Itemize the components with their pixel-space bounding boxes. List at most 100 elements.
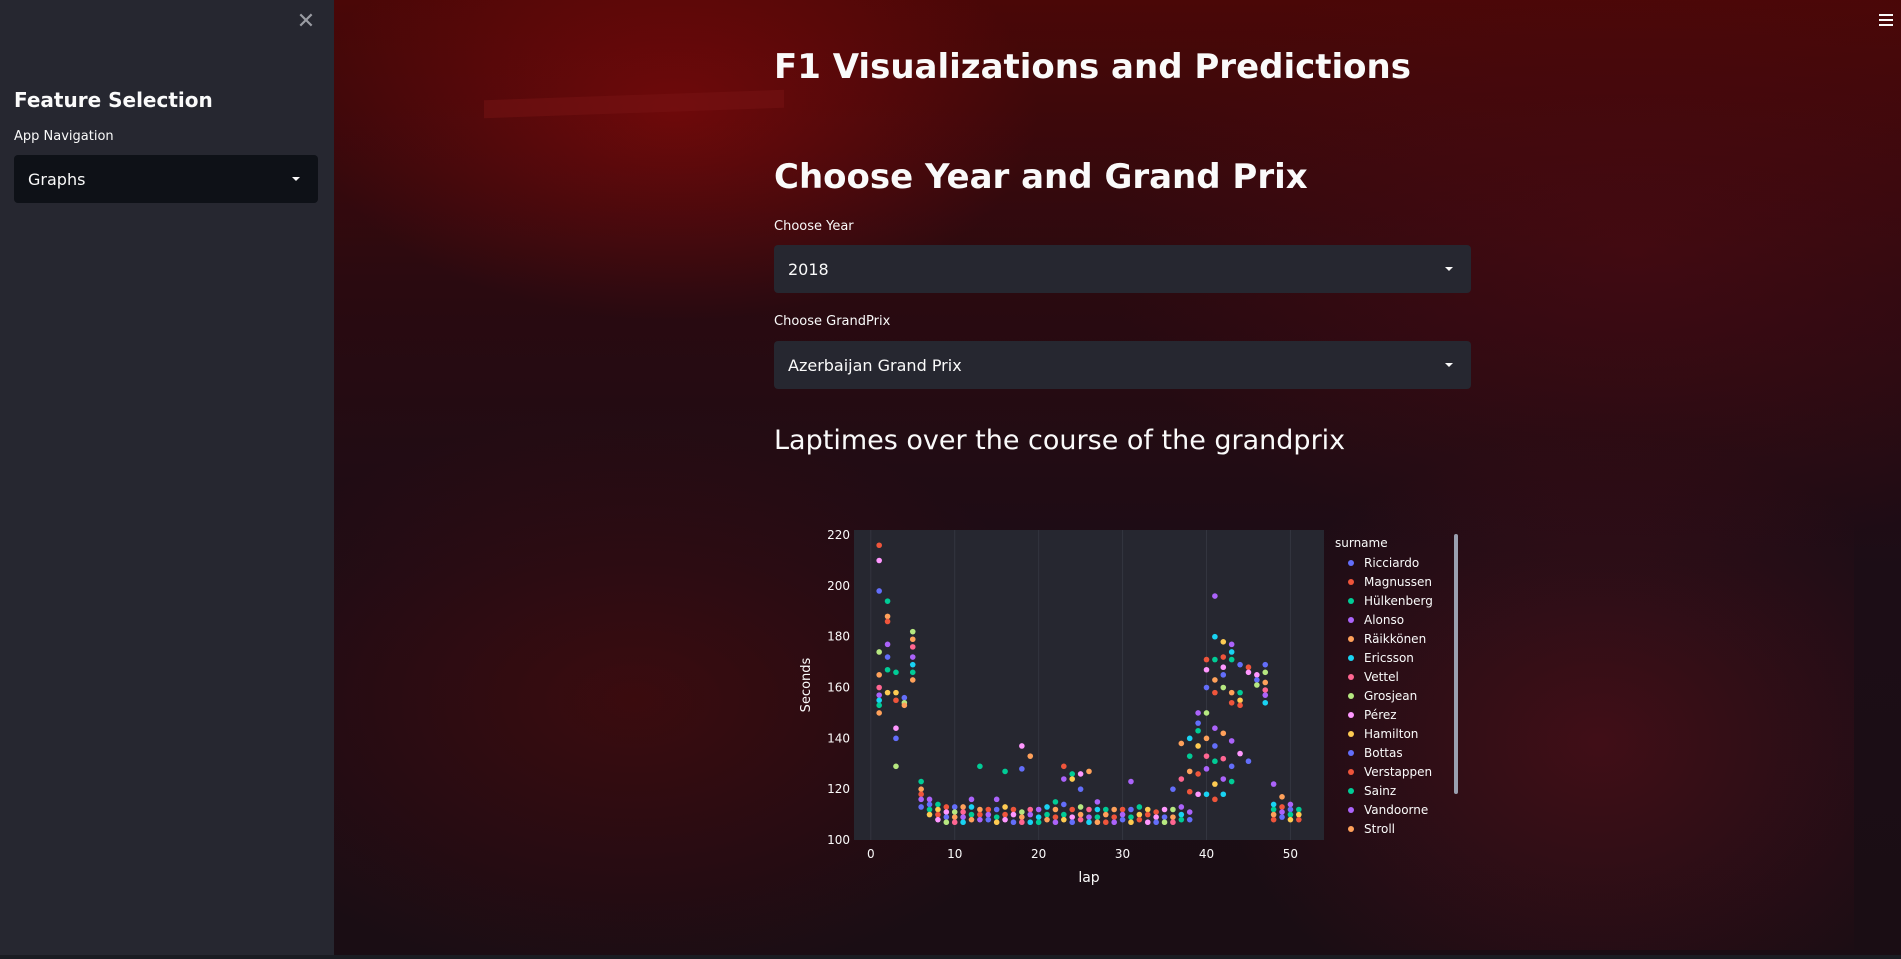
data-point	[1161, 806, 1168, 813]
data-point	[876, 702, 882, 709]
data-point	[1245, 669, 1252, 676]
data-point	[1094, 819, 1101, 826]
grandprix-select[interactable]: Azerbaijan Grand Prix	[774, 341, 1471, 389]
data-point	[1237, 689, 1243, 696]
legend-marker	[1348, 674, 1354, 680]
legend-item[interactable]: Bottas	[1364, 746, 1403, 760]
legend-item[interactable]: Stroll	[1364, 822, 1395, 836]
data-point	[1027, 806, 1034, 813]
legend-item[interactable]: Sainz	[1364, 784, 1396, 798]
data-point	[1212, 593, 1218, 599]
data-point	[1002, 768, 1008, 775]
data-point	[884, 613, 891, 620]
y-axis-ticks: 100 120 140 160 180 200 220	[827, 528, 850, 847]
legend-item[interactable]: Ricciardo	[1364, 556, 1419, 570]
data-point	[884, 689, 891, 696]
legend[interactable]: Ricciardo Magnussen Hülkenberg Alonso Räikkö…	[1348, 556, 1433, 836]
data-point	[1102, 806, 1109, 813]
legend-item[interactable]: Verstappen	[1364, 765, 1432, 779]
y-tick-label: 100	[827, 833, 850, 847]
data-point	[1296, 816, 1302, 823]
data-point	[1086, 768, 1092, 775]
data-point	[876, 697, 882, 704]
legend-item[interactable]: Grosjean	[1364, 689, 1417, 703]
data-point	[1077, 816, 1084, 823]
legend-item[interactable]: Magnussen	[1364, 575, 1432, 589]
legend-item[interactable]: Pérez	[1364, 708, 1397, 722]
data-point	[1228, 689, 1235, 696]
data-point	[935, 806, 941, 813]
plot-area	[854, 530, 1324, 840]
data-point	[1212, 743, 1218, 749]
sidebar: ✕ Feature Selection App Navigation Graph…	[0, 0, 334, 955]
legend-item[interactable]: Hülkenberg	[1364, 594, 1433, 608]
legend-marker	[1348, 560, 1354, 566]
data-point	[1212, 781, 1218, 787]
data-point	[884, 641, 891, 648]
data-point	[1019, 819, 1025, 826]
data-point	[935, 801, 941, 808]
chevron-down-icon	[1445, 267, 1453, 271]
data-point	[1237, 750, 1243, 757]
grandprix-value: Azerbaijan Grand Prix	[788, 355, 962, 375]
app-navigation-value: Graphs	[28, 169, 86, 189]
data-point	[1254, 677, 1260, 683]
data-point	[909, 628, 916, 635]
data-point	[943, 814, 950, 820]
close-icon[interactable]: ✕	[294, 10, 318, 34]
data-point	[951, 809, 958, 815]
data-point	[1035, 819, 1042, 826]
data-point	[1044, 804, 1050, 810]
data-point	[1220, 639, 1227, 645]
data-point	[1019, 766, 1025, 772]
year-select[interactable]: 2018	[774, 245, 1471, 293]
bottom-bar	[0, 955, 1901, 959]
legend-item[interactable]: Alonso	[1364, 613, 1404, 627]
data-point	[1077, 771, 1084, 777]
data-point	[1061, 763, 1067, 770]
data-point	[1212, 656, 1218, 663]
data-point	[977, 806, 983, 813]
data-point	[1279, 794, 1285, 800]
laptimes-scatter-chart[interactable]: 0 10 20 30 40 50 100 120 140 160 180 200 220 lap Se…	[780, 520, 1470, 890]
data-point	[1237, 697, 1243, 704]
data-point	[1287, 806, 1294, 813]
legend-item[interactable]: Hamilton	[1364, 727, 1418, 741]
legend-item[interactable]: Vandoorne	[1364, 803, 1428, 817]
data-point	[1212, 796, 1218, 803]
data-point	[1111, 806, 1117, 813]
data-point	[1220, 672, 1227, 678]
data-point	[1010, 819, 1017, 826]
data-point	[1228, 649, 1235, 655]
data-point	[1186, 809, 1193, 815]
data-point	[977, 811, 983, 818]
data-point	[1228, 699, 1235, 706]
data-point	[1178, 740, 1185, 747]
legend-item[interactable]: Ericsson	[1364, 651, 1414, 665]
data-point	[943, 804, 950, 810]
data-point	[1195, 710, 1201, 716]
data-point	[1178, 804, 1185, 810]
data-point	[1019, 809, 1025, 815]
data-point	[1094, 806, 1101, 813]
app-navigation-select[interactable]: Graphs	[14, 155, 318, 203]
data-point	[926, 796, 933, 803]
data-point	[1262, 692, 1269, 698]
data-point	[968, 811, 975, 818]
chevron-down-icon	[292, 177, 300, 181]
data-point	[1035, 814, 1042, 820]
legend-scrollbar[interactable]	[1454, 534, 1458, 794]
data-point	[960, 809, 966, 815]
data-point	[926, 806, 933, 813]
data-point	[1195, 771, 1201, 777]
data-point	[1245, 758, 1252, 765]
data-point	[1186, 768, 1193, 775]
x-axis-label: lap	[1078, 870, 1099, 886]
data-point	[1136, 816, 1143, 823]
legend-marker	[1348, 655, 1354, 661]
legend-item[interactable]: Vettel	[1364, 670, 1399, 684]
hamburger-menu-icon[interactable]	[1879, 14, 1893, 29]
legend-item[interactable]: Räikkönen	[1364, 632, 1426, 646]
legend-marker	[1348, 750, 1354, 756]
background-decoration	[484, 89, 784, 119]
